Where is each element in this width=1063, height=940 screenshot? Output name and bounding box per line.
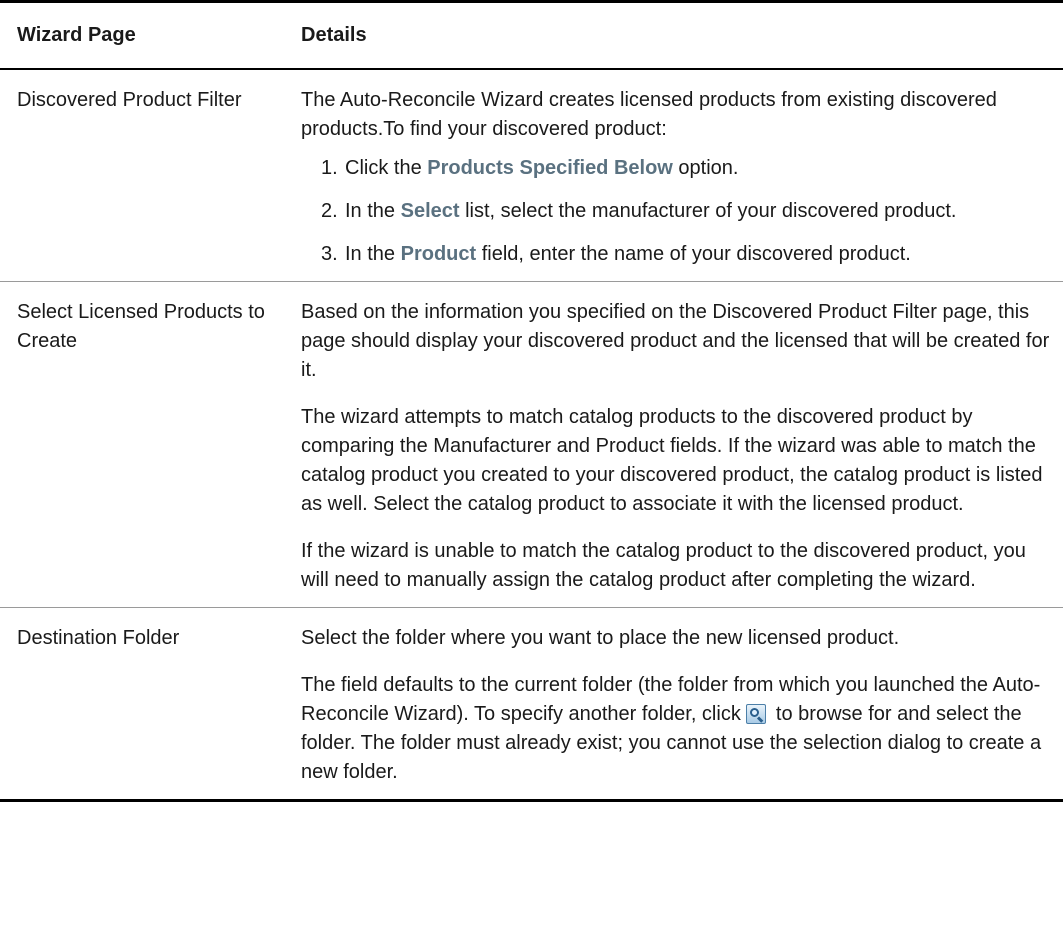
details-cell: The Auto-Reconcile Wizard creates licens…: [301, 70, 1063, 281]
step-text: In the: [345, 200, 401, 222]
step-text: Click the: [345, 157, 428, 179]
details-paragraph: If the wizard is unable to match the cat…: [301, 540, 1026, 591]
list-item: 2. In the Select list, select the manufac…: [301, 197, 1057, 226]
table-row: Destination Folder Select the folder whe…: [0, 608, 1063, 799]
wizard-page-name: Destination Folder: [17, 627, 180, 649]
table-row: Discovered Product Filter The Auto-Recon…: [0, 70, 1063, 282]
step-text: option.: [672, 157, 739, 179]
steps-list: 1. Click the Products Specified Below opt…: [301, 154, 1057, 269]
browse-paragraph: The field defaults to the current folder…: [301, 671, 1057, 787]
wizard-pages-table: Wizard Page Details Discovered Product F…: [0, 0, 1063, 802]
details-cell: Based on the information you specified o…: [301, 282, 1063, 607]
list-item: 1. Click the Products Specified Below opt…: [301, 154, 1057, 183]
details-paragraph: Based on the information you specified o…: [301, 301, 1050, 381]
table-row: Select Licensed Products to Create Based…: [0, 282, 1063, 608]
step-text: In the: [345, 243, 401, 265]
details-cell: Select the folder where you want to plac…: [301, 608, 1063, 799]
header-wizard-page: Wizard Page: [17, 24, 136, 46]
ui-term: Products Specified Below: [427, 157, 673, 179]
step-number: 2.: [321, 200, 338, 222]
wizard-page-name: Discovered Product Filter: [17, 89, 242, 111]
header-details: Details: [301, 24, 367, 46]
wizard-page-name: Select Licensed Products to Create: [17, 301, 265, 352]
step-text: field, enter the name of your discovered…: [476, 243, 911, 265]
intro-paragraph: The Auto-Reconcile Wizard creates licens…: [301, 89, 997, 140]
details-paragraph: The wizard attempts to match catalog pro…: [301, 406, 1043, 515]
details-paragraph: Select the folder where you want to plac…: [301, 627, 900, 649]
ui-term: Select: [400, 200, 460, 222]
step-text: list, select the manufacturer of your di…: [459, 200, 957, 222]
ui-term: Product: [400, 243, 477, 265]
browse-magnifier-icon: [746, 704, 767, 724]
step-number: 1.: [321, 157, 338, 179]
list-item: 3. In the Product field, enter the name o…: [301, 240, 1057, 269]
step-number: 3.: [321, 243, 338, 265]
table-header: Wizard Page Details: [0, 3, 1063, 70]
